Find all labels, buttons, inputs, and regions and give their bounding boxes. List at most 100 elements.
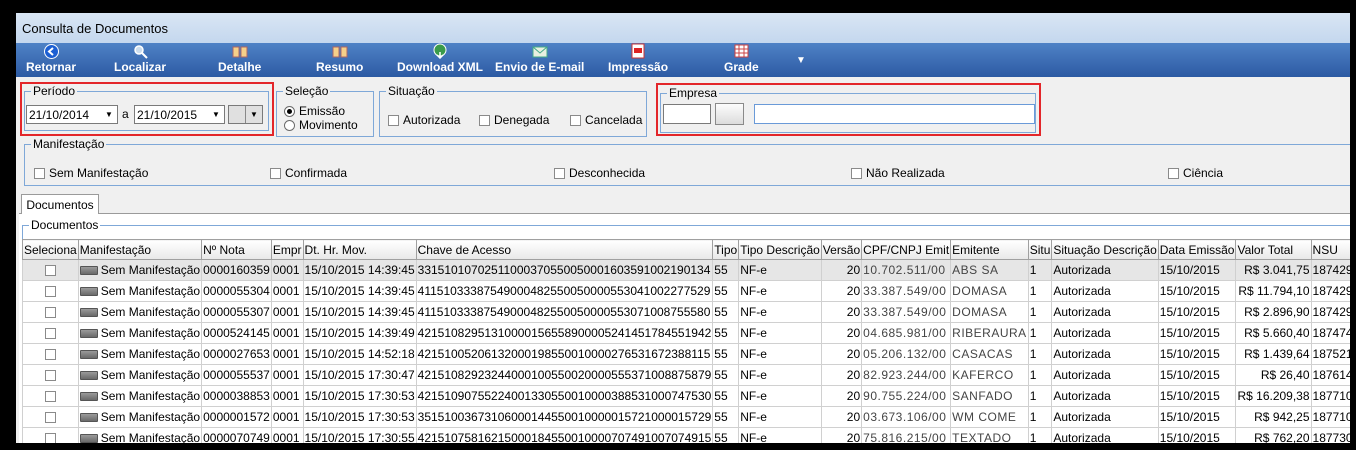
radio-emissao[interactable]: Emissão — [284, 104, 345, 118]
table-row[interactable]: Sem Manifestação 0000524145 0001 15/10/2015… — [22, 322, 1350, 344]
checkbox-icon[interactable] — [44, 286, 56, 298]
date-to-combo[interactable]: 21/10/2015 ▼ — [134, 105, 225, 124]
cell-versao: 20 — [820, 427, 863, 443]
column-header[interactable]: Emitente — [950, 239, 1029, 260]
summary-button[interactable]: Resumo — [316, 43, 363, 74]
checkbox-icon[interactable] — [44, 349, 56, 361]
book-icon — [332, 43, 348, 59]
column-header[interactable]: Manifestação — [77, 239, 203, 260]
column-header[interactable]: Seleciona — [22, 239, 79, 260]
table-row[interactable]: Sem Manifestação 0000001572 0001 15/10/2015… — [22, 406, 1350, 428]
checkbox-cancelada[interactable]: Cancelada — [570, 113, 642, 127]
cell-valor: R$ 16.209,38 — [1235, 385, 1312, 407]
checkbox-icon[interactable] — [44, 391, 56, 403]
table-row[interactable]: Sem Manifestação 0000160359 0001 15/10/2015… — [22, 259, 1350, 281]
column-header[interactable]: Situ — [1027, 239, 1053, 260]
row-select-checkbox[interactable] — [22, 259, 79, 281]
column-header[interactable]: Nº Nota — [201, 239, 272, 260]
column-header[interactable]: Valor Total — [1235, 239, 1312, 260]
print-button[interactable]: Impressão — [608, 43, 668, 74]
cell-valor: R$ 5.660,40 — [1235, 322, 1312, 344]
cell-emissao: 15/10/2015 — [1157, 259, 1237, 281]
table-row[interactable]: Sem Manifestação 0000055304 0001 15/10/2015… — [22, 280, 1350, 302]
column-header[interactable]: Tipo Descrição — [738, 239, 822, 260]
cell-empr: 0001 — [270, 406, 304, 428]
cell-sitdesc: Autorizada — [1051, 301, 1159, 323]
row-select-checkbox[interactable] — [22, 280, 79, 302]
table-row[interactable]: Sem Manifestação 0000027653 0001 15/10/2015… — [22, 343, 1350, 365]
checkbox-autorizada[interactable]: Autorizada — [388, 113, 460, 127]
checkbox-confirmada[interactable]: Confirmada — [270, 166, 347, 180]
detail-button[interactable]: Detalhe — [218, 43, 261, 74]
table-row[interactable]: Sem Manifestação 0000038853 0001 15/10/2015… — [22, 385, 1350, 407]
chevron-down-icon[interactable]: ▼ — [245, 106, 262, 123]
period-preset-combo[interactable]: ▼ — [228, 105, 263, 124]
cell-valor: R$ 11.794,10 — [1235, 280, 1312, 302]
empresa-code-input[interactable] — [663, 104, 711, 124]
cell-nsu: 1875210529 — [1310, 343, 1350, 365]
cell-nsu: 1874295091 — [1310, 301, 1350, 323]
cell-emissao: 15/10/2015 — [1157, 406, 1237, 428]
cell-sitdesc: Autorizada — [1051, 364, 1159, 386]
column-header[interactable]: Chave de Acesso — [415, 239, 714, 260]
chevron-down-icon[interactable]: ▼ — [101, 106, 117, 123]
checkbox-denegada[interactable]: Denegada — [479, 113, 549, 127]
search-button[interactable]: Localizar — [114, 43, 166, 74]
cell-chave: 4215108292324400010055002000055537100887… — [415, 364, 714, 386]
globe-download-icon — [432, 43, 448, 59]
column-header[interactable]: Dt. Hr. Mov. — [302, 239, 417, 260]
empresa-lookup-button[interactable] — [715, 103, 744, 125]
checkbox-sem-manifestacao[interactable]: Sem Manifestação — [34, 166, 148, 180]
toolbar-overflow-icon[interactable]: ▼ — [796, 55, 806, 66]
tab-documentos[interactable]: Documentos — [21, 194, 99, 214]
radio-movimento[interactable]: Movimento — [284, 118, 358, 132]
empresa-name-input[interactable] — [754, 104, 1035, 124]
cell-manif: Sem Manifestação — [77, 385, 203, 407]
table-row[interactable]: Sem Manifestação 0000055307 0001 15/10/2015… — [22, 301, 1350, 323]
column-header[interactable]: Tipo — [712, 239, 740, 260]
row-select-checkbox[interactable] — [22, 427, 79, 443]
checkbox-nao-realizada[interactable]: Não Realizada — [851, 166, 945, 180]
radio-icon[interactable] — [284, 105, 295, 117]
grid-button[interactable]: Grade — [724, 43, 759, 74]
checkbox-ciencia[interactable]: Ciência — [1168, 166, 1223, 180]
checkbox-icon[interactable] — [44, 370, 56, 382]
radio-icon[interactable] — [284, 119, 295, 131]
checkbox-icon[interactable] — [44, 433, 56, 443]
column-header[interactable]: Versão — [820, 239, 863, 260]
column-header[interactable]: Empr — [270, 239, 304, 260]
cell-nota: 0000055537 — [201, 364, 272, 386]
cell-emit: KAFERCO — [950, 364, 1029, 386]
column-header[interactable]: Data Emissão — [1157, 239, 1237, 260]
column-header[interactable]: CPF/CNPJ Emit — [861, 239, 952, 260]
row-select-checkbox[interactable] — [22, 343, 79, 365]
checkbox-icon[interactable] — [44, 328, 56, 340]
checkbox-icon[interactable] — [44, 307, 56, 319]
row-select-checkbox[interactable] — [22, 406, 79, 428]
cell-situ: 1 — [1027, 406, 1053, 428]
column-header[interactable]: NSU — [1310, 239, 1350, 260]
column-header[interactable]: Situação Descrição — [1051, 239, 1159, 260]
cell-tipodesc: NF-e — [738, 259, 822, 281]
checkbox-icon[interactable] — [44, 265, 56, 277]
back-button[interactable]: Retornar — [26, 43, 76, 74]
download-xml-button[interactable]: Download XML — [397, 43, 483, 74]
cell-situ: 1 — [1027, 364, 1053, 386]
cell-chave: 3515100367310600014455001000001572100001… — [415, 406, 714, 428]
cell-nsu: 1874295091 — [1310, 259, 1350, 281]
cell-cnpj: 03.673.106/00 — [861, 406, 952, 428]
table-row[interactable]: Sem Manifestação 0000055537 0001 15/10/2015… — [22, 364, 1350, 386]
checkbox-icon[interactable] — [44, 412, 56, 424]
row-select-checkbox[interactable] — [22, 322, 79, 344]
checkbox-desconhecida[interactable]: Desconhecida — [554, 166, 645, 180]
cell-nota: 0000524145 — [201, 322, 272, 344]
row-select-checkbox[interactable] — [22, 364, 79, 386]
chevron-down-icon[interactable]: ▼ — [208, 106, 224, 123]
table-row[interactable]: Sem Manifestação 0000070749 0001 15/10/2015… — [22, 427, 1350, 443]
row-select-checkbox[interactable] — [22, 301, 79, 323]
send-email-button[interactable]: Envio de E-mail — [495, 43, 584, 74]
cell-emissao: 15/10/2015 — [1157, 343, 1237, 365]
date-from-combo[interactable]: 21/10/2014 ▼ — [26, 105, 118, 124]
row-select-checkbox[interactable] — [22, 385, 79, 407]
empresa-legend: Empresa — [667, 86, 720, 100]
